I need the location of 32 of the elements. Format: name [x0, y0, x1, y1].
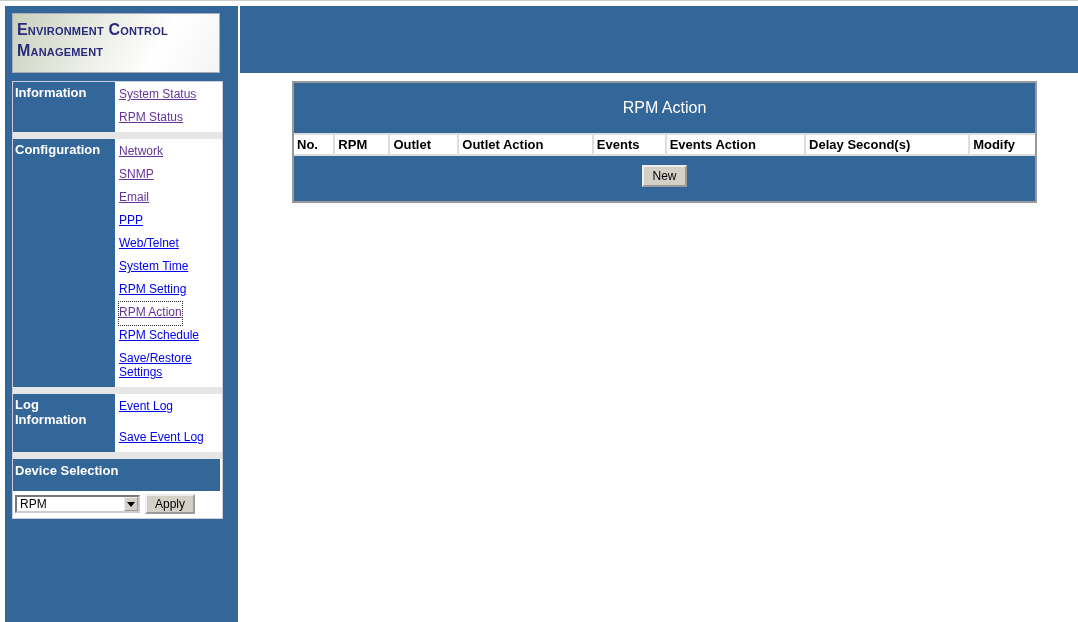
- section-title: Device Selection: [13, 459, 220, 491]
- nav-link[interactable]: PPP: [119, 210, 143, 233]
- nav-link[interactable]: RPM Status: [119, 107, 184, 130]
- section-title: Configuration: [13, 139, 115, 387]
- nav-link[interactable]: Save/Restore Settings: [119, 348, 220, 385]
- nav-link[interactable]: RPM Action: [119, 302, 182, 325]
- nav-link[interactable]: System Status: [119, 84, 197, 107]
- column-header: No.: [294, 135, 334, 154]
- nav-link[interactable]: System Time: [119, 256, 189, 279]
- nav-link[interactable]: Event Log: [119, 396, 174, 419]
- new-button[interactable]: New: [642, 165, 687, 187]
- nav-link[interactable]: Network: [119, 141, 163, 164]
- table-title: RPM Action: [621, 98, 708, 118]
- section-title: Information: [13, 82, 115, 132]
- nav-link[interactable]: RPM Setting: [119, 279, 187, 302]
- nav-link[interactable]: Web/Telnet: [119, 233, 179, 256]
- logo-text: Environment Control: [17, 20, 169, 40]
- column-header: RPM: [335, 135, 389, 154]
- logo-text: Management: [17, 41, 105, 61]
- column-header: Outlet Action: [459, 135, 592, 154]
- nav-link[interactable]: SNMP: [119, 164, 154, 187]
- nav-link[interactable]: Save Event Log: [119, 427, 204, 450]
- apply-button[interactable]: Apply: [145, 494, 196, 514]
- column-header: Events: [593, 135, 665, 154]
- column-header: Events Action: [666, 135, 805, 154]
- nav-link[interactable]: Email: [119, 187, 149, 210]
- nav-link[interactable]: RPM Schedule: [119, 325, 200, 348]
- column-header: Delay Second(s): [806, 135, 969, 154]
- section-title: Log Information: [13, 394, 115, 452]
- column-header: Modify: [970, 135, 1035, 154]
- column-header: Outlet: [390, 135, 458, 154]
- device-dropdown[interactable]: RPM: [15, 495, 140, 513]
